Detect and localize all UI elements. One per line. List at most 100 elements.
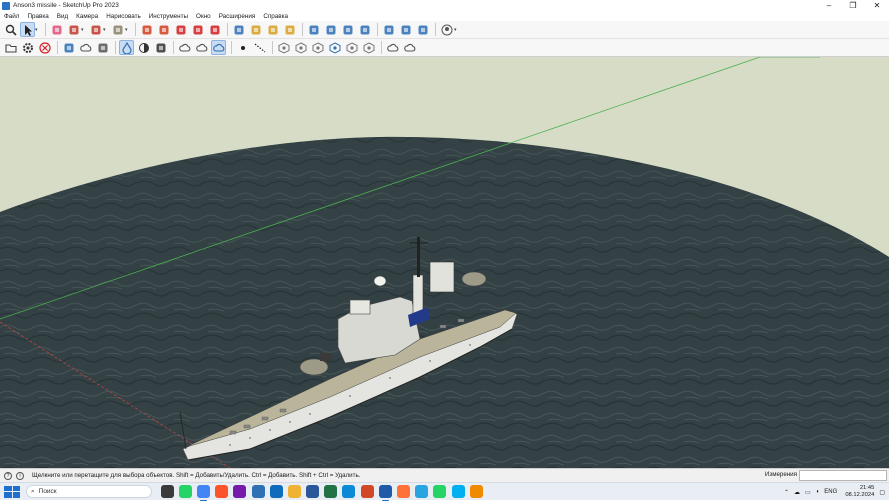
solid-tools-button[interactable] [61, 40, 76, 55]
clock[interactable]: 21:45 08.12.2024 [845, 485, 874, 499]
cloud-share-button[interactable] [385, 40, 400, 55]
sandbox-button[interactable] [95, 40, 110, 55]
scene-canvas [0, 57, 889, 468]
zoom-button[interactable] [340, 22, 355, 37]
chrome-icon[interactable] [196, 485, 210, 501]
view-top-button[interactable] [293, 40, 308, 55]
whatsapp-icon[interactable] [178, 485, 192, 498]
brave-icon[interactable] [215, 485, 229, 498]
cloud-refresh-button[interactable] [402, 40, 417, 55]
network-icon[interactable]: ▭ [805, 489, 811, 496]
chevron-down-icon[interactable]: ▾ [103, 27, 108, 33]
chevron-down-icon[interactable]: ▾ [454, 27, 459, 33]
view-right-button[interactable] [327, 40, 342, 55]
rotate-button[interactable] [190, 22, 205, 37]
zoom-extents-button[interactable] [357, 22, 372, 37]
dot-button[interactable] [235, 40, 250, 55]
eraser-button[interactable] [49, 22, 64, 37]
dotted-line-button[interactable] [252, 40, 267, 55]
folder-button[interactable] [3, 40, 18, 55]
menu-item[interactable]: Вид [53, 13, 72, 20]
shape-circle-button[interactable] [110, 22, 125, 37]
tape-measure-button[interactable] [248, 22, 263, 37]
firefox-icon[interactable] [397, 485, 411, 498]
view-back-button[interactable] [344, 40, 359, 55]
telegram-icon[interactable] [415, 485, 429, 498]
styles-button[interactable] [153, 40, 168, 55]
menu-item[interactable]: Файл [0, 13, 23, 20]
window-controls: – ❐ ✕ [817, 0, 889, 11]
follow-me-button[interactable] [156, 22, 171, 37]
powerpoint-icon[interactable] [360, 485, 374, 498]
gear-button[interactable] [20, 40, 35, 55]
taskbar-search[interactable]: ⌕ Поиск [26, 485, 152, 498]
push-pull-button[interactable] [139, 22, 154, 37]
menu-item[interactable]: Камера [72, 13, 102, 20]
start-button[interactable] [4, 485, 20, 498]
pan-button[interactable] [323, 22, 338, 37]
text-button[interactable] [282, 22, 297, 37]
volume-icon[interactable]: ◖ [816, 489, 820, 495]
move-button[interactable] [173, 22, 188, 37]
vlc-icon[interactable] [469, 485, 483, 498]
photos-icon[interactable] [251, 485, 265, 498]
menu-item[interactable]: Правка [23, 13, 52, 20]
info-icon[interactable]: ? [4, 471, 12, 480]
excel-icon[interactable] [324, 485, 338, 498]
secondary-toolbar [0, 39, 889, 57]
select-arrow-icon [24, 24, 32, 36]
orbit-button[interactable] [306, 22, 321, 37]
edge-icon[interactable] [342, 485, 356, 498]
chevron-down-icon[interactable]: ▾ [35, 27, 40, 33]
warehouse-button[interactable] [381, 22, 396, 37]
close-button[interactable]: ✕ [865, 0, 889, 11]
task-view-icon[interactable] [160, 485, 174, 498]
chevron-down-icon[interactable]: ▾ [125, 27, 130, 33]
outlook-icon[interactable] [269, 485, 283, 498]
whatsapp-icon[interactable] [433, 485, 447, 498]
cloud-upload-button[interactable] [177, 40, 192, 55]
menu-item[interactable]: Справка [259, 13, 292, 20]
menu-item[interactable]: Расширения [215, 13, 260, 20]
view-iso-button[interactable] [276, 40, 291, 55]
maximize-button[interactable]: ❐ [841, 0, 865, 11]
geo-location-icon[interactable]: i [16, 471, 24, 480]
view-front-button[interactable] [310, 40, 325, 55]
sketchup-icon[interactable] [378, 485, 392, 501]
pencil-line-button[interactable] [66, 22, 81, 37]
view-left-button[interactable] [361, 40, 376, 55]
move-icon [176, 25, 185, 34]
layout-button[interactable] [415, 22, 430, 37]
extension-warehouse-button[interactable] [398, 22, 413, 37]
file-explorer-icon[interactable] [287, 485, 301, 498]
taskbar: ⌕ Поиск ⌃ ☁ ▭ ◖ ENG 21:45 08.12.2024 ▢ [0, 482, 889, 501]
half-circle-button[interactable] [136, 40, 151, 55]
notifications-icon[interactable]: ▢ [879, 489, 885, 496]
cloud-icon[interactable]: ☁ [794, 489, 800, 496]
cloud-download-button[interactable] [194, 40, 209, 55]
onenote-icon[interactable] [233, 485, 247, 498]
select-arrow-button[interactable] [20, 22, 35, 37]
offset-button[interactable] [231, 22, 246, 37]
menu-item[interactable]: Инструменты [145, 13, 192, 20]
menu-item[interactable]: Нарисовать [102, 13, 145, 20]
cloud-tools-button[interactable] [78, 40, 93, 55]
measurements-input[interactable] [799, 470, 887, 481]
skype-icon[interactable] [451, 485, 465, 498]
minimize-button[interactable]: – [817, 0, 841, 11]
arc-button[interactable] [88, 22, 103, 37]
model-viewport[interactable] [0, 57, 889, 468]
stop-button[interactable] [37, 40, 52, 55]
keyboard-language[interactable]: ENG [824, 489, 837, 495]
chevron-down-icon[interactable]: ▾ [81, 27, 86, 33]
title-bar: Anson3 missile - SketchUp Pro 2023 – ❐ ✕ [0, 0, 889, 11]
account-button[interactable] [439, 22, 454, 37]
scale-button[interactable] [207, 22, 222, 37]
drop-button[interactable] [119, 40, 134, 55]
cloud-sync-button[interactable] [211, 40, 226, 55]
paint-bucket-button[interactable] [265, 22, 280, 37]
word-icon[interactable] [306, 485, 320, 498]
menu-item[interactable]: Окно [192, 13, 215, 20]
magnifier-button[interactable] [3, 22, 18, 37]
chevron-up-icon[interactable]: ⌃ [784, 489, 789, 496]
